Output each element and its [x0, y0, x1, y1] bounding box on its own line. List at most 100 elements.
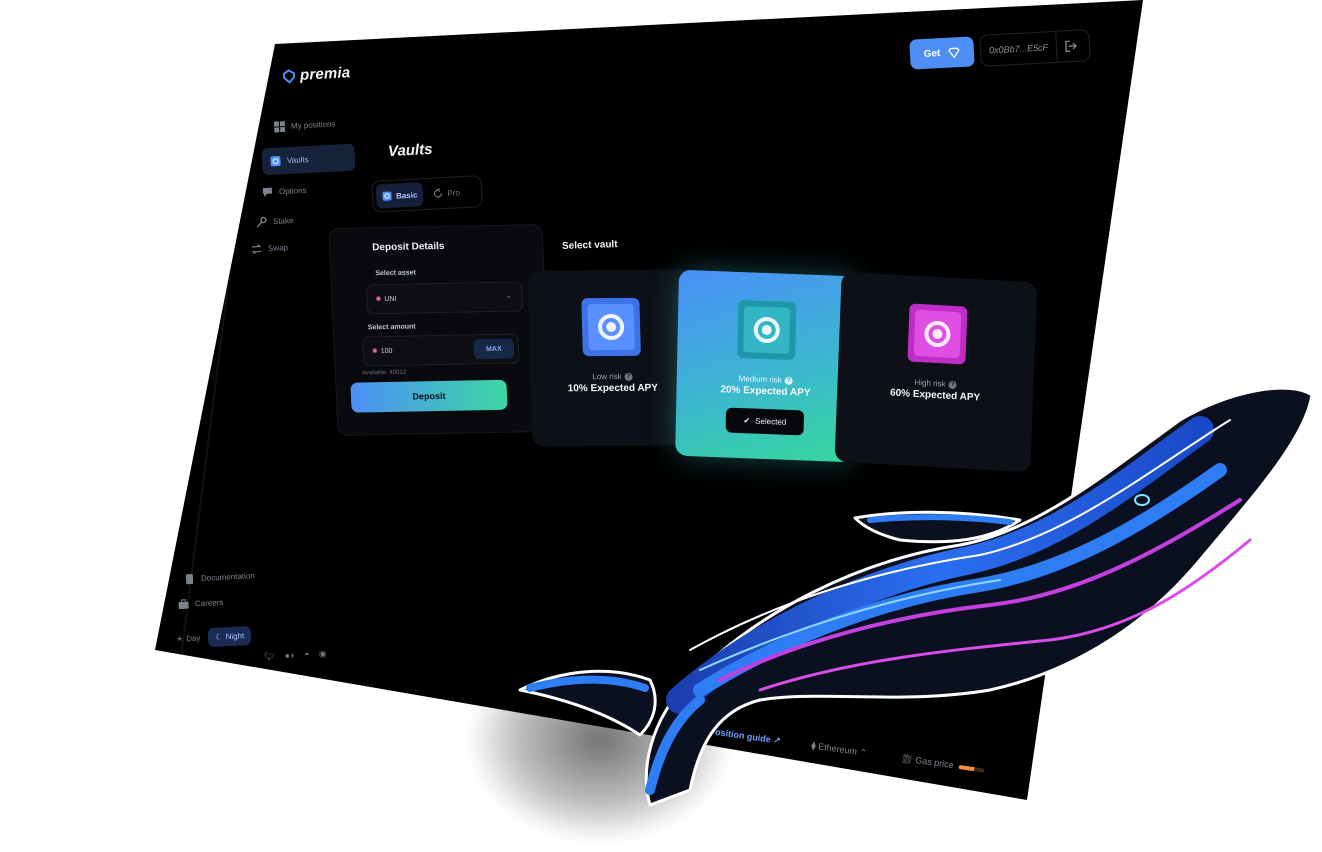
- risk-text: Low risk: [592, 371, 622, 382]
- safe-icon: [581, 297, 641, 357]
- apy-label: 10% Expected APY: [567, 382, 659, 395]
- amount-input[interactable]: ✺ 100 MAX: [362, 333, 520, 367]
- external-link-icon: ↗: [772, 734, 782, 746]
- book-icon: [184, 573, 196, 585]
- moon-icon: ☾: [215, 632, 223, 642]
- vault-card-high-risk[interactable]: High risk ? 60% Expected APY: [834, 271, 1038, 473]
- mode-tabs: Basic Pro: [371, 175, 483, 213]
- tab-basic-label: Basic: [395, 190, 418, 201]
- help-icon[interactable]: ?: [624, 372, 633, 381]
- apy-label: 60% Expected APY: [889, 387, 981, 404]
- twitter-icon[interactable]: 🐦︎: [264, 651, 276, 663]
- vault-icon: [382, 191, 392, 201]
- footer-bar: Position guide ↗ ⧫ Ethereum ⌃ ⛽︎ Gas pri…: [708, 726, 985, 776]
- tab-pro-label: Pro: [447, 187, 461, 198]
- uni-icon: ✺: [375, 296, 382, 304]
- available-balance: Available: 40012: [361, 369, 407, 377]
- sidebar-item-stake[interactable]: Stake: [256, 215, 294, 228]
- help-icon[interactable]: ?: [948, 380, 957, 389]
- asset-select[interactable]: ✺ UNI ⌄: [365, 281, 524, 315]
- sidebar-item-label: Stake: [272, 216, 294, 227]
- apy-label: 20% Expected APY: [720, 384, 811, 399]
- vault-card-low-risk[interactable]: Low risk ? 10% Expected APY: [527, 269, 697, 447]
- risk-label: Medium risk ?: [739, 374, 793, 385]
- wallet-address: 0x0Bb7...E5cF: [988, 42, 1049, 56]
- sun-icon: ☀: [175, 634, 184, 644]
- help-icon[interactable]: ?: [784, 376, 793, 385]
- vault-icon: [270, 155, 282, 167]
- fuel-icon: ⛽︎: [900, 753, 914, 765]
- deposit-button[interactable]: Deposit: [350, 379, 508, 413]
- amount-value: 100: [380, 347, 393, 355]
- chevron-down-icon: ⌄: [505, 292, 512, 300]
- safe-icon: [737, 299, 797, 361]
- premia-logo-icon: [282, 68, 296, 84]
- ethereum-icon: ⧫: [810, 740, 817, 751]
- sidebar-item-label: Vaults: [286, 154, 309, 166]
- deposit-card: Deposit Details Select asset ✺ UNI ⌄ Sel…: [328, 224, 552, 436]
- max-button[interactable]: MAX: [473, 338, 515, 360]
- selected-button[interactable]: ✔ Selected: [725, 407, 805, 436]
- get-button[interactable]: Get: [909, 36, 975, 70]
- medium-icon[interactable]: ●◗: [284, 650, 295, 662]
- gas-label: Gas price: [914, 754, 955, 771]
- briefcase-icon: [178, 599, 190, 611]
- risk-label: High risk ?: [914, 377, 957, 389]
- asset-label: Select asset: [375, 269, 417, 278]
- social-links: 🐦︎ ●◗ ◓ ◉: [264, 648, 327, 662]
- sidebar-item-my-positions[interactable]: My positions: [273, 118, 336, 133]
- discord-icon[interactable]: ◓: [304, 649, 310, 660]
- sidebar-item-options[interactable]: Options: [262, 185, 307, 198]
- sidebar-item-swap[interactable]: Swap: [251, 242, 289, 255]
- asset-value: UNI: [384, 295, 397, 303]
- select-vault-title: Select vault: [561, 239, 618, 252]
- deposit-title: Deposit Details: [371, 240, 445, 254]
- swap-icon: [251, 243, 263, 255]
- risk-text: Medium risk: [738, 373, 782, 385]
- network-selector[interactable]: ⧫ Ethereum ⌃: [811, 740, 870, 758]
- selected-label: Selected: [755, 416, 787, 427]
- wallet-display[interactable]: 0x0Bb7...E5cF: [979, 29, 1091, 67]
- brand-logo[interactable]: premia: [282, 64, 351, 85]
- get-button-label: Get: [923, 47, 941, 60]
- tab-basic[interactable]: Basic: [375, 182, 424, 209]
- page-title: Vaults: [387, 140, 433, 161]
- theme-toggle[interactable]: ☀ Day ☾ Night: [172, 625, 252, 649]
- key-icon: [256, 216, 268, 228]
- sidebar-item-careers[interactable]: Careers: [178, 597, 224, 610]
- diamond-icon: [948, 47, 961, 58]
- risk-text: High risk: [914, 377, 946, 389]
- sidebar-item-label: Documentation: [200, 571, 255, 583]
- gas-level-bar: [958, 764, 985, 773]
- sidebar-item-label: Careers: [194, 597, 224, 609]
- position-guide-label: Position guide: [708, 726, 772, 745]
- risk-label: Low risk ?: [592, 372, 633, 381]
- sidebar-item-label: Options: [278, 185, 307, 197]
- amount-label: Select amount: [367, 323, 416, 332]
- sidebar-item-vaults[interactable]: Vaults: [261, 143, 356, 176]
- position-guide-link[interactable]: Position guide ↗: [709, 726, 784, 746]
- theme-night-label: Night: [225, 631, 245, 642]
- vault-card-medium-risk[interactable]: Medium risk ? 20% Expected APY ✔ Selecte…: [675, 269, 857, 463]
- safe-icon: [907, 303, 968, 365]
- brand-name: premia: [299, 64, 351, 84]
- uni-icon: ✺: [371, 348, 378, 356]
- sidebar-divider: [180, 40, 260, 656]
- theme-day-label: Day: [185, 633, 201, 644]
- tab-pro[interactable]: Pro: [427, 180, 467, 206]
- sidebar-item-label: Swap: [267, 243, 289, 254]
- sidebar-item-label: My positions: [290, 119, 336, 131]
- gas-price-indicator: ⛽︎ Gas price: [901, 753, 986, 775]
- chat-icon: [262, 187, 274, 199]
- grid-icon: [273, 121, 286, 133]
- theme-day-option[interactable]: ☀ Day: [172, 628, 205, 649]
- chevron-up-icon: ⌃: [858, 747, 868, 759]
- app-window: premia My positions Vaults Options Stake…: [155, 0, 1143, 800]
- github-icon[interactable]: ◉: [318, 648, 326, 659]
- checkmark-icon: ✔: [743, 416, 751, 426]
- theme-night-option[interactable]: ☾ Night: [207, 625, 252, 648]
- logout-icon[interactable]: [1057, 39, 1086, 52]
- refresh-icon: [434, 188, 443, 198]
- network-label: Ethereum: [817, 741, 858, 757]
- sidebar-item-documentation[interactable]: Documentation: [184, 570, 255, 585]
